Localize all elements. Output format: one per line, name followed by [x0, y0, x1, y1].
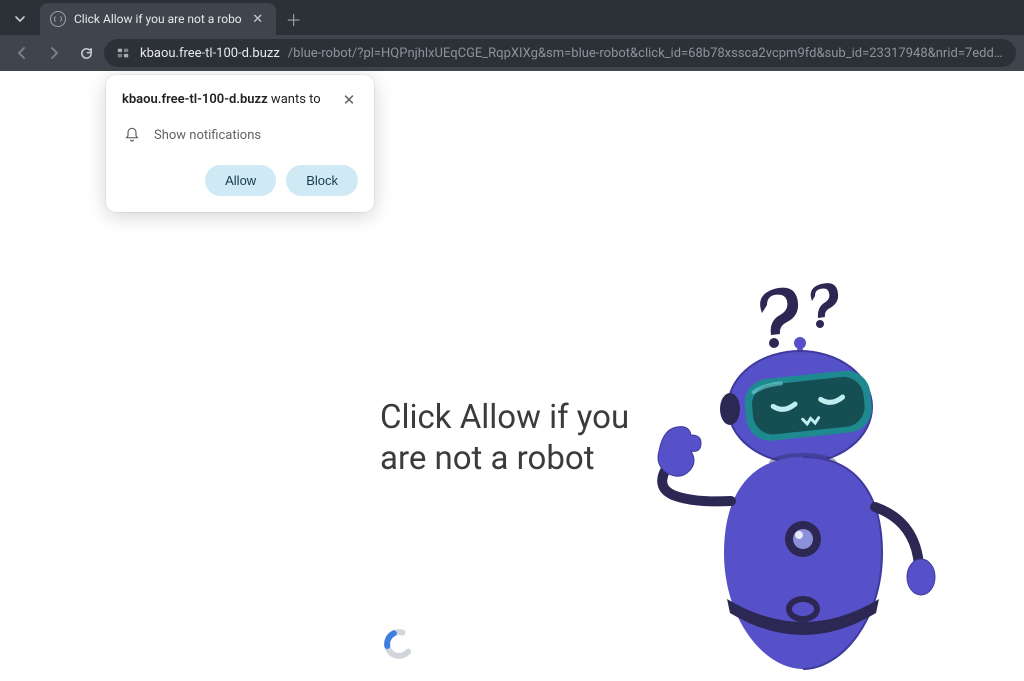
permission-capability-row: Show notifications — [122, 127, 358, 143]
url-host: kbaou.free-tl-100-d.buzz — [140, 46, 280, 61]
url-path: /blue-robot/?pl=HQPnjhlxUEqCGE_RqpXIXg&s… — [288, 46, 1006, 61]
site-info-icon[interactable] — [114, 44, 132, 62]
reload-button[interactable] — [72, 39, 100, 67]
close-icon[interactable]: ✕ — [340, 91, 358, 109]
permission-suffix: wants to — [268, 92, 321, 107]
block-button[interactable]: Block — [286, 165, 358, 196]
nav-bar: kbaou.free-tl-100-d.buzz/blue-robot/?pl=… — [0, 35, 1024, 71]
permission-title: kbaou.free-tl-100-d.buzz wants to — [122, 91, 329, 109]
close-tab-icon[interactable]: ✕ — [250, 11, 266, 27]
page-headline: Click Allow if you are not a robot — [380, 397, 650, 480]
tab-title: Click Allow if you are not a robo — [74, 12, 242, 26]
address-bar[interactable]: kbaou.free-tl-100-d.buzz/blue-robot/?pl=… — [104, 39, 1016, 67]
permission-site: kbaou.free-tl-100-d.buzz — [122, 92, 268, 107]
loading-spinner-icon — [382, 627, 416, 661]
browser-chrome: Click Allow if you are not a robo ✕ ＋ kb… — [0, 0, 1024, 71]
permission-capability: Show notifications — [154, 128, 261, 143]
browser-tab[interactable]: Click Allow if you are not a robo ✕ — [40, 3, 276, 35]
allow-button[interactable]: Allow — [205, 165, 276, 196]
new-tab-button[interactable]: ＋ — [280, 5, 308, 33]
robot-illustration — [645, 281, 965, 681]
forward-button — [40, 39, 68, 67]
globe-icon — [50, 11, 66, 27]
tab-strip: Click Allow if you are not a robo ✕ ＋ — [0, 0, 1024, 35]
bell-icon — [124, 127, 140, 143]
notification-permission-dialog: kbaou.free-tl-100-d.buzz wants to ✕ Show… — [106, 75, 374, 212]
back-button — [8, 39, 36, 67]
window-menu-button[interactable] — [8, 7, 32, 31]
